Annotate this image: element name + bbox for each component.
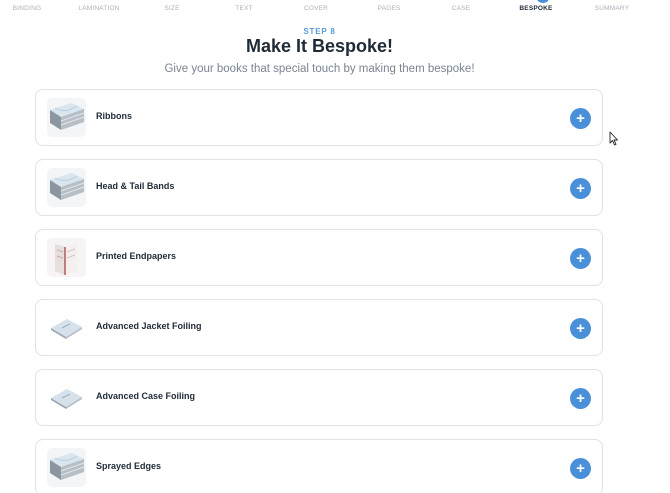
option-label: Sprayed Edges — [96, 461, 162, 471]
step-size[interactable]: SIZE — [164, 5, 179, 12]
option-label: Ribbons — [96, 111, 132, 121]
step-case[interactable]: CASE — [452, 5, 471, 12]
add-button[interactable]: + — [570, 388, 591, 409]
add-button[interactable]: + — [570, 458, 591, 479]
option-card-sprayed-edges[interactable]: Sprayed Edges + — [35, 439, 603, 493]
page-title: Make It Bespoke! — [245, 36, 394, 56]
step-bespoke[interactable]: BESPOKE — [519, 5, 552, 12]
option-label: Head & Tail Bands — [96, 181, 175, 191]
step-binding[interactable]: BINDING — [13, 5, 42, 12]
page-subtitle: Give your books that special touch by ma… — [164, 63, 475, 75]
step-text[interactable]: TEXT — [235, 5, 252, 12]
progress-steps: BINDING LAMINATION SIZE TEXT COVER PAGES… — [0, 0, 670, 18]
option-card-printed-endpapers[interactable]: Printed Endpapers + — [35, 229, 603, 286]
option-label: Advanced Case Foiling — [96, 391, 196, 401]
add-button[interactable]: + — [570, 178, 591, 199]
step-number: STEP 8 — [303, 27, 336, 36]
add-button[interactable]: + — [570, 248, 591, 269]
book-stack-icon — [47, 168, 86, 207]
option-card-advanced-jacket-foiling[interactable]: Advanced Jacket Foiling + — [35, 299, 603, 356]
option-card-advanced-case-foiling[interactable]: Advanced Case Foiling + — [35, 369, 603, 426]
book-stack-icon — [47, 448, 86, 487]
flat-book-icon — [47, 308, 86, 347]
option-card-ribbons[interactable]: Ribbons + — [35, 89, 603, 146]
step-lamination[interactable]: LAMINATION — [78, 5, 119, 12]
option-card-head-tail-bands[interactable]: Head & Tail Bands + — [35, 159, 603, 216]
mouse-cursor-icon — [609, 131, 618, 146]
step-pages[interactable]: PAGES — [378, 5, 401, 12]
add-button[interactable]: + — [570, 318, 591, 339]
flat-book-icon — [47, 378, 86, 417]
active-step-indicator — [537, 0, 549, 3]
open-book-icon — [47, 238, 86, 277]
step-summary[interactable]: SUMMARY — [595, 5, 630, 12]
option-label: Advanced Jacket Foiling — [96, 321, 202, 331]
step-cover[interactable]: COVER — [304, 5, 328, 12]
option-label: Printed Endpapers — [96, 251, 177, 261]
add-button[interactable]: + — [570, 108, 591, 129]
bespoke-page: BINDING LAMINATION SIZE TEXT COVER PAGES… — [0, 0, 670, 493]
book-stack-icon — [47, 98, 86, 137]
